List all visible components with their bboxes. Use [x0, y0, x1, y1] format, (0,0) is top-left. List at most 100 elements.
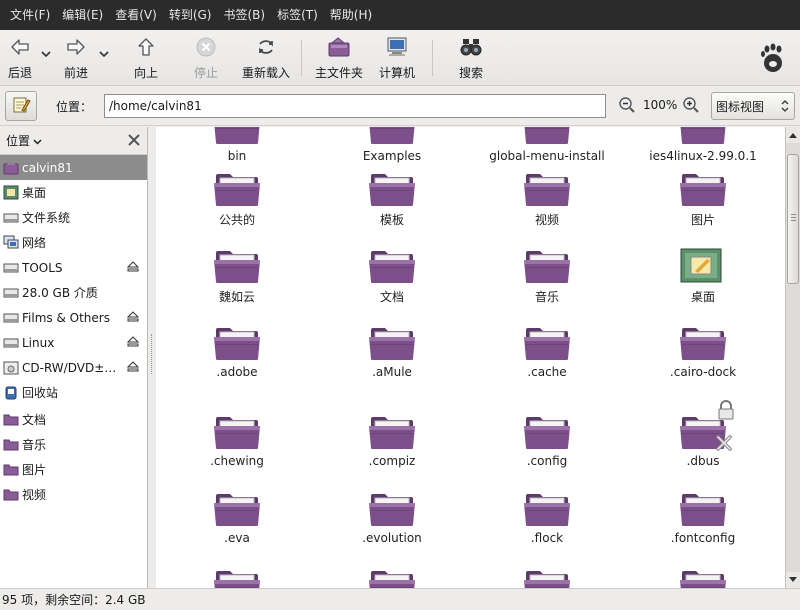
- close-sidebar-icon[interactable]: [127, 133, 141, 150]
- folder-icon: [523, 491, 571, 527]
- file-item[interactable]: Examples: [314, 127, 470, 163]
- eject-icon[interactable]: [126, 261, 140, 275]
- file-item[interactable]: 模板: [314, 171, 470, 228]
- file-item[interactable]: 音乐: [469, 248, 625, 305]
- file-item[interactable]: [625, 568, 781, 588]
- forward-history-chevron-icon[interactable]: [98, 48, 110, 60]
- sidebar-item[interactable]: 28.0 GB 介质: [0, 280, 147, 305]
- sidebar-item[interactable]: 桌面: [0, 180, 147, 205]
- scrollbar-thumb[interactable]: [787, 154, 799, 284]
- home-button[interactable]: 主文件夹: [312, 34, 366, 82]
- file-item[interactable]: .aMule: [314, 325, 470, 379]
- menu-bookmarks[interactable]: 书签(B): [217, 0, 271, 30]
- drive-icon: [3, 285, 19, 301]
- lock-icon: [717, 400, 735, 423]
- file-item[interactable]: [314, 568, 470, 588]
- folder-icon: [368, 171, 416, 207]
- view-mode-label: 图标视图: [716, 99, 765, 114]
- folder-icon: [213, 414, 261, 450]
- file-item[interactable]: .adobe: [159, 325, 315, 379]
- sidebar-item[interactable]: CD-RW/DVD±RW: [0, 355, 147, 380]
- file-item[interactable]: 魏如云: [159, 248, 315, 305]
- network-icon: [3, 235, 19, 251]
- scroll-down-icon[interactable]: [786, 572, 800, 588]
- vertical-scrollbar[interactable]: [785, 127, 800, 588]
- eject-icon[interactable]: [126, 361, 140, 375]
- sidebar-item[interactable]: Linux: [0, 330, 147, 355]
- file-item[interactable]: .cache: [469, 325, 625, 379]
- sidebar-item-label: 网络: [22, 236, 47, 250]
- file-item[interactable]: .compiz: [314, 414, 470, 468]
- file-item[interactable]: global-menu-install: [469, 127, 625, 163]
- menu-go[interactable]: 转到(G): [163, 0, 218, 30]
- file-item[interactable]: [469, 568, 625, 588]
- menu-help[interactable]: 帮助(H): [324, 0, 378, 30]
- up-button[interactable]: 向上: [130, 34, 162, 82]
- file-name: 文档: [379, 290, 404, 304]
- reload-button[interactable]: 重新载入: [238, 34, 294, 82]
- file-item[interactable]: 视频: [469, 171, 625, 228]
- sidebar-item[interactable]: calvin81: [0, 155, 147, 180]
- sidebar-item-label: CD-RW/DVD±RW: [22, 360, 122, 375]
- sidebar-item[interactable]: 回收站: [0, 380, 147, 405]
- file-item[interactable]: .flock: [469, 491, 625, 545]
- locked-folder-icon: [679, 400, 734, 451]
- drive-icon: [3, 310, 19, 326]
- file-item[interactable]: 文档: [314, 248, 470, 305]
- sidebar-item[interactable]: 文件系统: [0, 205, 147, 230]
- file-item[interactable]: .config: [469, 414, 625, 468]
- sidebar-item[interactable]: 视频: [0, 482, 147, 507]
- folder-icon: [523, 568, 571, 588]
- sidebar-item[interactable]: 文档: [0, 407, 147, 432]
- file-item[interactable]: .chewing: [159, 414, 315, 468]
- menu-tabs[interactable]: 标签(T): [271, 0, 324, 30]
- file-item[interactable]: 图片: [625, 171, 781, 228]
- file-name: 模板: [379, 213, 404, 227]
- search-button[interactable]: 搜索: [455, 34, 487, 82]
- pencil-note-icon: [11, 95, 31, 118]
- file-item[interactable]: ies4linux-2.99.0.1: [625, 127, 781, 163]
- location-path-input[interactable]: /home/calvin81: [104, 94, 606, 118]
- file-item[interactable]: .fontconfig: [625, 491, 781, 545]
- back-button[interactable]: 后退: [5, 34, 35, 82]
- updown-chevron-icon: [781, 99, 789, 116]
- eject-icon[interactable]: [126, 336, 140, 350]
- file-item[interactable]: 桌面: [625, 248, 781, 305]
- stop-button[interactable]: 停止: [190, 34, 222, 82]
- view-mode-select[interactable]: 图标视图: [711, 92, 795, 120]
- file-name: .config: [526, 454, 568, 468]
- file-item[interactable]: bin: [159, 127, 315, 163]
- file-item[interactable]: .dbus: [625, 400, 781, 468]
- zoom-in-icon[interactable]: [682, 96, 700, 117]
- sidebar-item[interactable]: 网络: [0, 230, 147, 255]
- sidebar-item[interactable]: TOOLS: [0, 255, 147, 280]
- scroll-up-icon[interactable]: [786, 127, 800, 143]
- sidebar-item[interactable]: Films & Others: [0, 305, 147, 330]
- file-name: .dbus: [686, 454, 720, 468]
- sidebar-item[interactable]: 图片: [0, 457, 147, 482]
- back-arrow-icon: [7, 34, 33, 60]
- drive-icon: [3, 210, 19, 226]
- file-item[interactable]: .cairo-dock: [625, 325, 781, 379]
- menu-file[interactable]: 文件(F): [4, 0, 56, 30]
- menu-view[interactable]: 查看(V): [109, 0, 163, 30]
- location-edit-toggle-button[interactable]: [5, 91, 37, 121]
- forward-button[interactable]: 前进: [60, 34, 92, 82]
- zoom-out-icon[interactable]: [618, 96, 636, 117]
- file-item[interactable]: 公共的: [159, 171, 315, 228]
- eject-icon[interactable]: [126, 311, 140, 325]
- back-history-chevron-icon[interactable]: [40, 48, 52, 60]
- file-item[interactable]: .eva: [159, 491, 315, 545]
- folder-icon: [213, 491, 261, 527]
- sidebar-item[interactable]: 音乐: [0, 432, 147, 457]
- sidebar-mode-select[interactable]: 位置: [6, 132, 42, 149]
- drive-icon: [3, 335, 19, 351]
- computer-button[interactable]: 计算机: [375, 34, 419, 82]
- pane-splitter[interactable]: [148, 127, 156, 588]
- forward-arrow-icon: [63, 34, 89, 60]
- file-item[interactable]: [159, 568, 315, 588]
- file-name: .eva: [224, 531, 250, 545]
- sidebar-item-label: 文件系统: [22, 211, 71, 225]
- menu-edit[interactable]: 编辑(E): [56, 0, 109, 30]
- file-item[interactable]: .evolution: [314, 491, 470, 545]
